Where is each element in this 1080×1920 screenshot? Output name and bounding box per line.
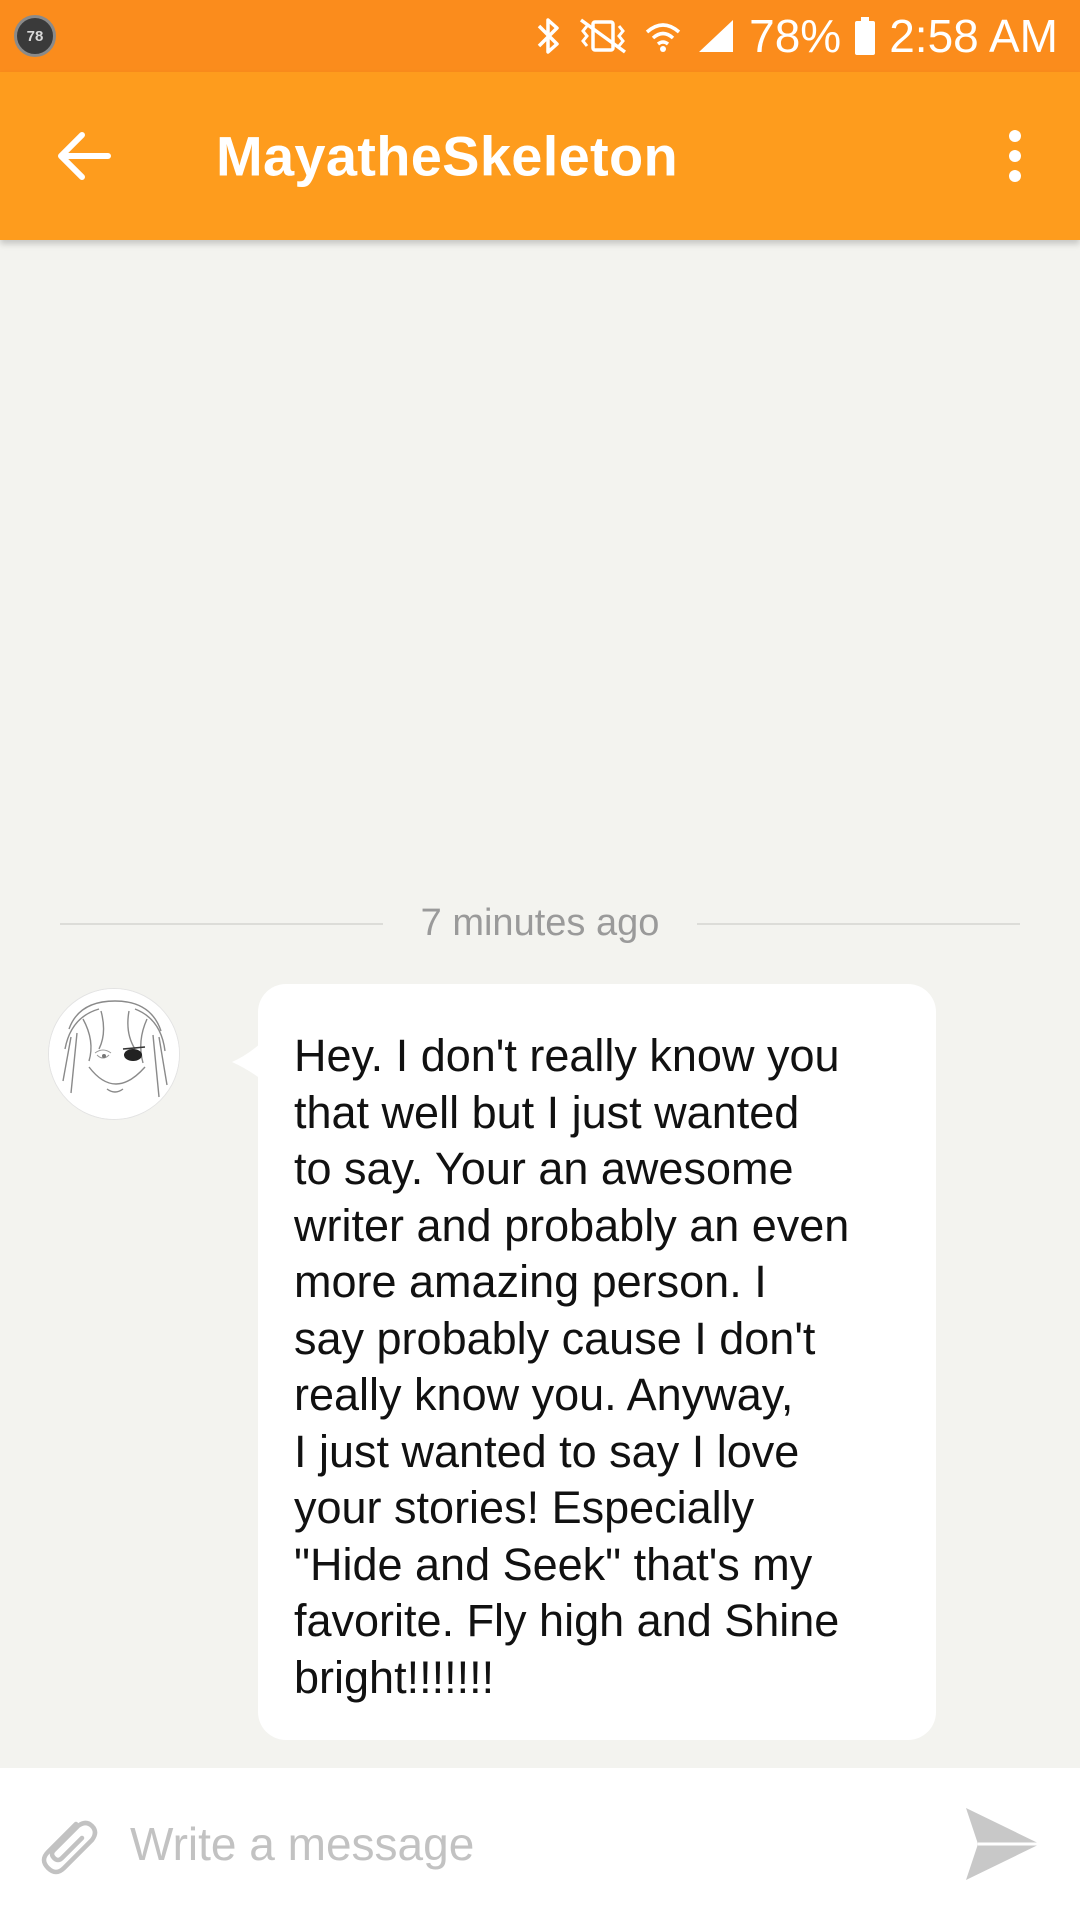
divider-line-right	[697, 922, 1020, 925]
conversation-title: MayatheSkeleton	[216, 124, 678, 188]
notification-badge-count: 78	[26, 27, 44, 45]
message-bubble[interactable]: Hey. I don't really know you that well b…	[258, 984, 936, 1740]
message-line: to say. Your an awesome	[294, 1143, 794, 1194]
attach-button[interactable]	[26, 1804, 106, 1884]
message-input[interactable]	[130, 1804, 910, 1884]
paperclip-icon	[41, 1820, 98, 1875]
notification-badge: 78	[14, 15, 56, 57]
message-line: really know you. Anyway,	[294, 1369, 794, 1420]
message-line: say probably cause I don't	[294, 1312, 816, 1364]
avatar[interactable]	[48, 988, 180, 1120]
message-composer	[0, 1768, 1080, 1920]
status-icons: 78% 2:58 AM	[533, 9, 1058, 63]
app-bar: MayatheSkeleton	[0, 72, 1080, 240]
chat-area[interactable]: 7 minutes ago Hey. I don't really know y…	[0, 240, 1080, 1768]
wifi-icon	[645, 23, 681, 52]
message-line: that well but I just wanted	[294, 1086, 800, 1138]
send-icon	[966, 1808, 1040, 1880]
status-time: 2:58 AM	[889, 10, 1058, 62]
message-line: I just wanted to say I love	[294, 1425, 800, 1477]
message-line: bright!!!!!!!	[294, 1651, 495, 1703]
send-button[interactable]	[958, 1799, 1048, 1889]
bluetooth-icon	[537, 18, 559, 54]
more-vertical-icon	[1009, 130, 1021, 182]
battery-icon	[855, 17, 876, 55]
back-button[interactable]	[44, 116, 124, 196]
arrow-left-icon	[58, 132, 111, 180]
message-line: favorite. Fly high and Shine	[294, 1595, 840, 1646]
message-timestamp: 7 minutes ago	[420, 902, 660, 944]
status-bar: 78 78% 2:58 AM	[0, 0, 1080, 72]
message-line: writer and probably an even	[294, 1199, 850, 1251]
overflow-menu-button[interactable]	[980, 111, 1050, 201]
divider-line-left	[60, 922, 383, 925]
message-line: more amazing person. I	[294, 1256, 767, 1307]
battery-percent: 78%	[749, 10, 842, 62]
message-line: "Hide and Seek" that's my	[294, 1538, 813, 1590]
message-line: your stories! Especially	[294, 1482, 755, 1533]
anime-girl-sketch-avatar	[49, 989, 179, 1119]
vibrate-icon	[580, 18, 627, 54]
timestamp-divider: 7 minutes ago	[60, 902, 1020, 945]
message-line: Hey. I don't really know you	[294, 1030, 840, 1081]
signal-icon	[699, 20, 734, 52]
